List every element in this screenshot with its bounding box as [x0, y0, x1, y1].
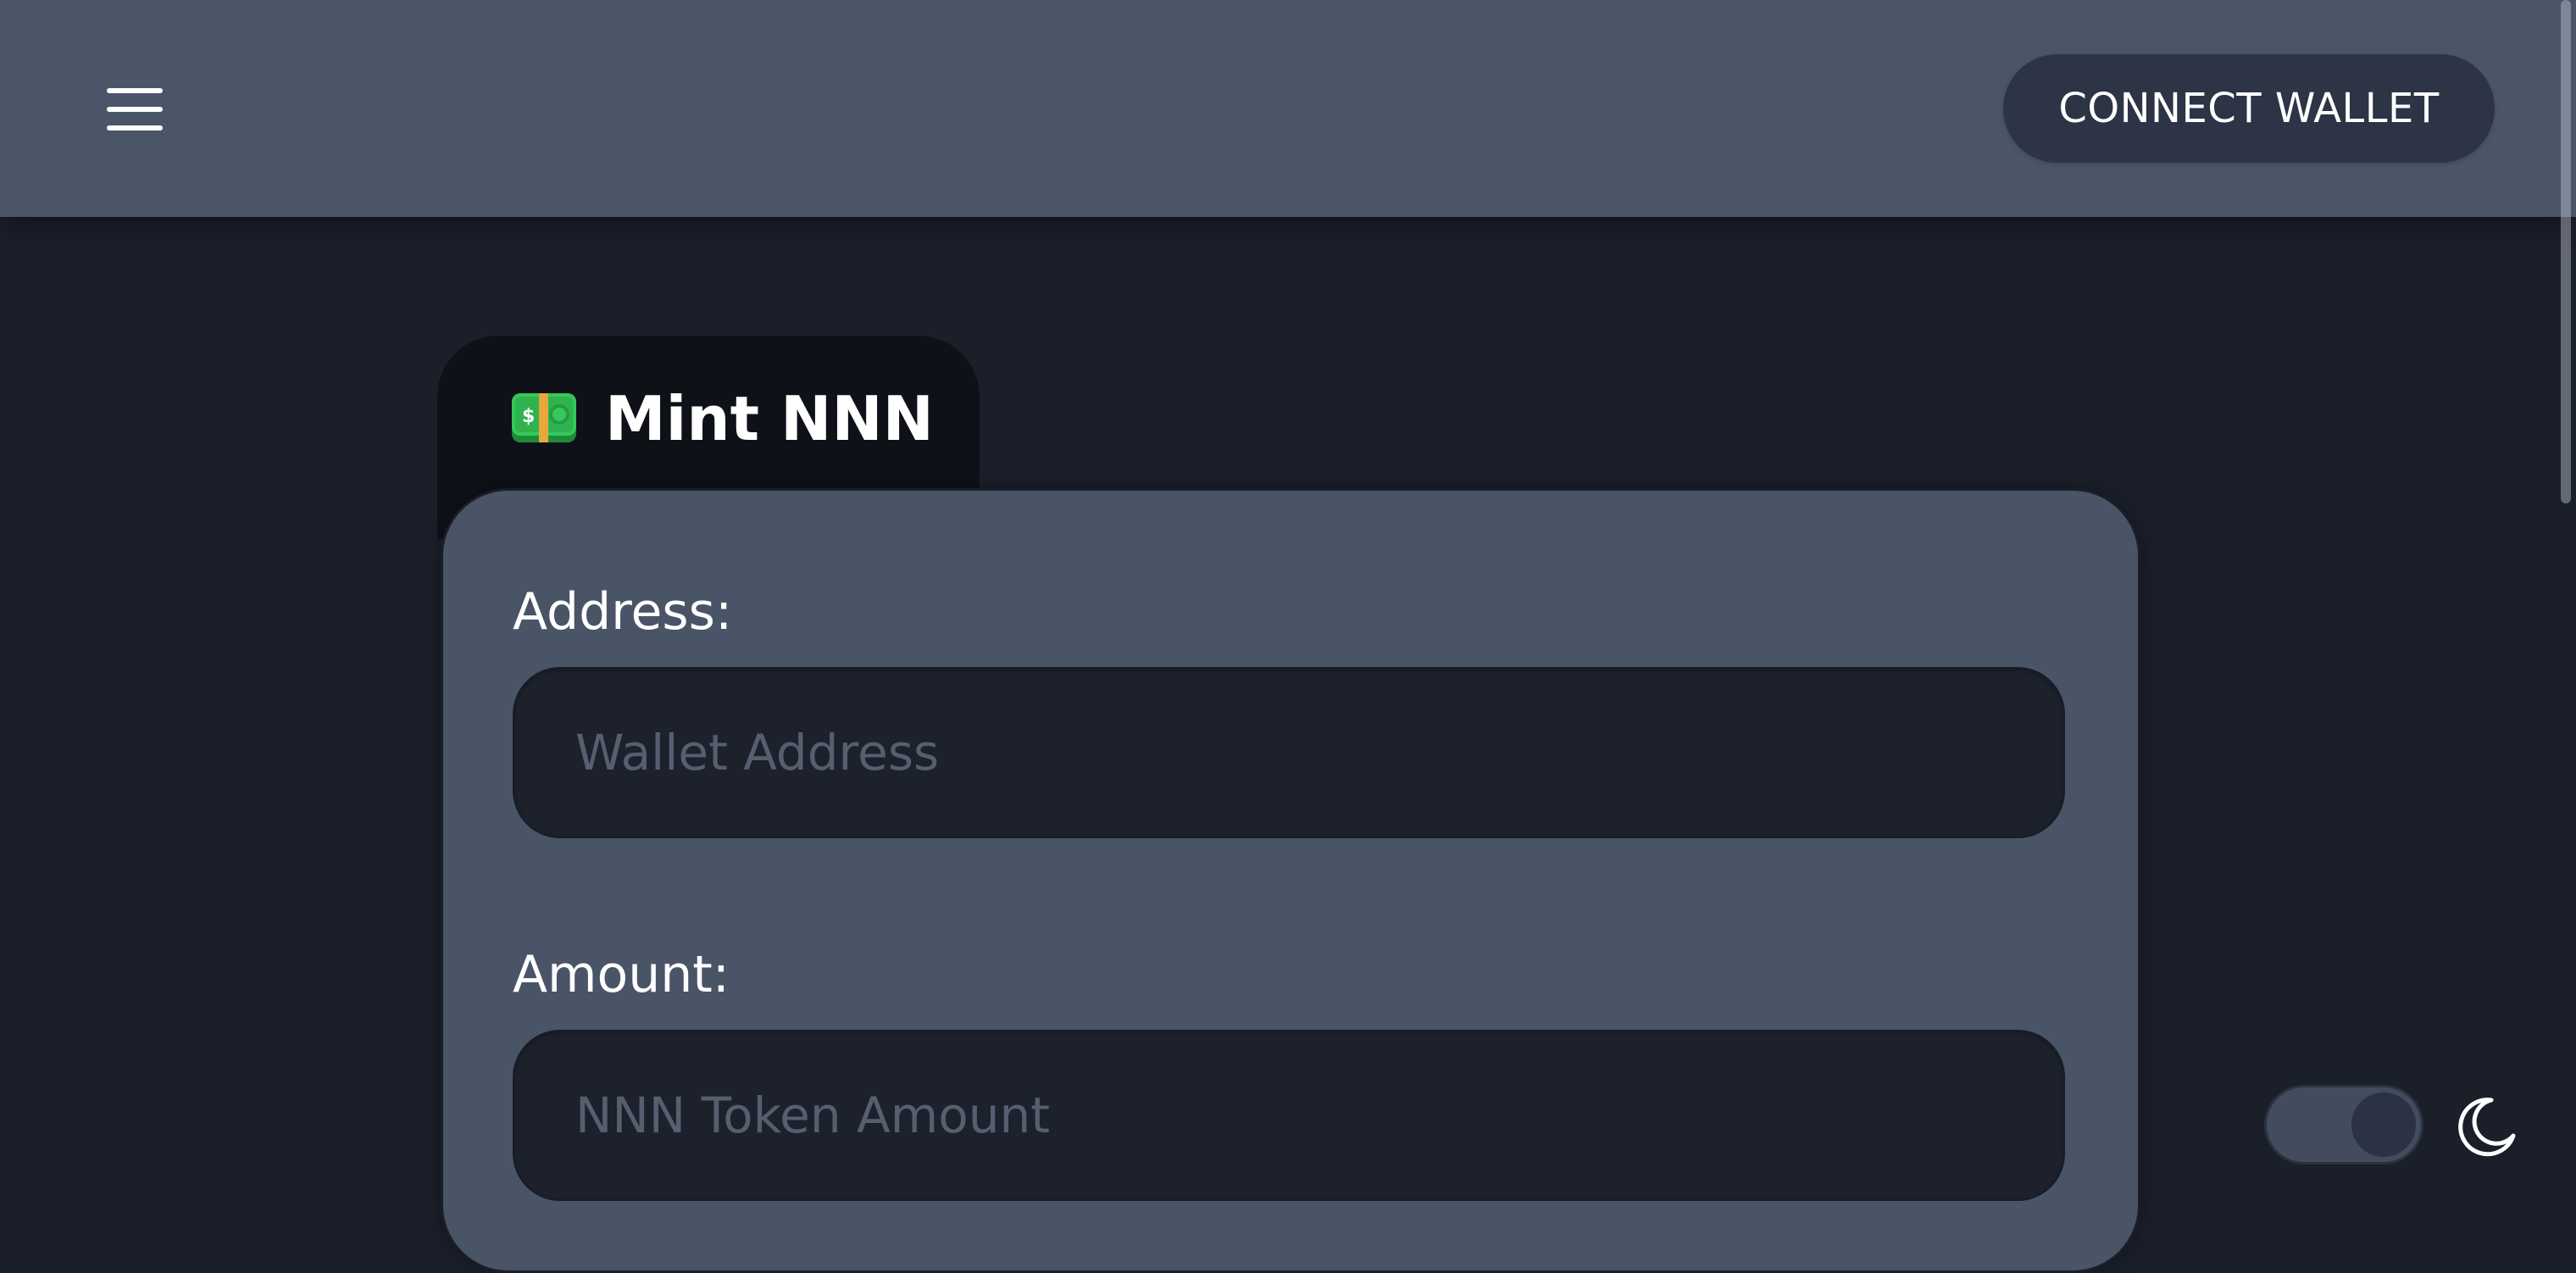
hamburger-menu-icon[interactable] [100, 83, 169, 136]
connect-wallet-button[interactable]: CONNECT WALLET [2003, 54, 2495, 163]
token-amount-input[interactable] [513, 1030, 2065, 1201]
money-bill-icon: $ [512, 393, 576, 446]
moon-icon [2454, 1095, 2518, 1159]
theme-toggle[interactable] [2264, 1085, 2423, 1165]
mint-form-card: Address: Amount: [441, 488, 2140, 1273]
page-scrollbar[interactable] [2556, 0, 2576, 1220]
amount-label: Amount: [513, 945, 730, 1004]
toggle-knob [2351, 1092, 2416, 1157]
scrollbar-thumb[interactable] [2561, 0, 2571, 503]
wallet-address-input[interactable] [513, 667, 2065, 838]
svg-text:$: $ [522, 406, 535, 427]
address-label: Address: [513, 582, 733, 642]
page-title: Mint NNN [605, 383, 934, 454]
top-navigation-bar: CONNECT WALLET [0, 0, 2576, 217]
